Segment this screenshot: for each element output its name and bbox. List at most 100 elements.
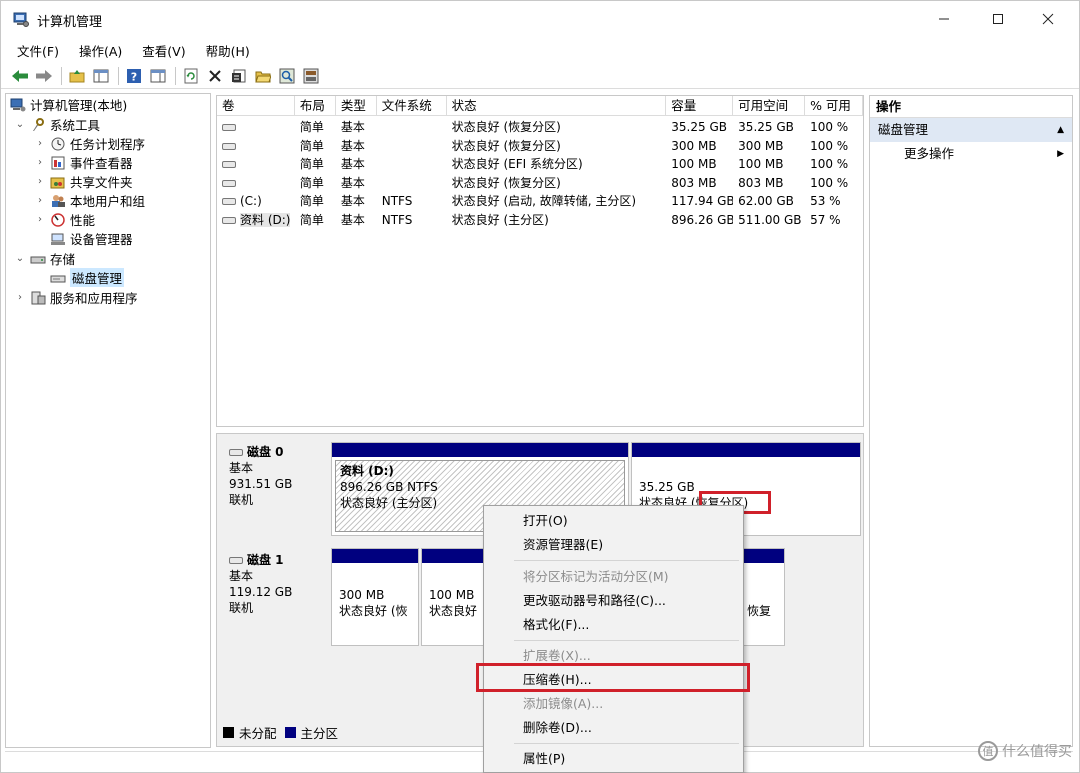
disk-1-label[interactable]: 磁盘 1 基本 119.12 GB 联机 — [223, 546, 329, 650]
partition-100mb[interactable]: 100 MB 状态良好 — [421, 548, 491, 646]
partition-size: 100 MB — [429, 588, 475, 602]
ctx-format[interactable]: 格式化(F)... — [484, 613, 743, 637]
close-button[interactable] — [1023, 1, 1073, 37]
chevron-right-icon[interactable]: › — [34, 214, 46, 225]
ctx-delete-volume[interactable]: 删除卷(D)... — [484, 716, 743, 740]
cell-status: 状态良好 (EFI 系统分区) — [451, 157, 583, 171]
up-folder-button[interactable] — [66, 65, 88, 87]
volume-list-header: 卷 布局 类型 文件系统 状态 容量 可用空间 % 可用 — [217, 96, 863, 116]
open-icon — [255, 71, 271, 82]
tree-item-performance[interactable]: › 性能 — [34, 210, 95, 229]
refresh-button[interactable] — [180, 65, 202, 87]
cell-layout: 简单 — [299, 212, 324, 227]
ctx-explorer[interactable]: 资源管理器(E) — [484, 533, 743, 557]
menu-file[interactable]: 文件(F) — [11, 37, 65, 61]
disk-size: 119.12 GB — [229, 585, 293, 599]
column-header-layout[interactable]: 布局 — [295, 96, 336, 116]
tree-item-storage[interactable]: ⌄ 存储 — [14, 249, 75, 268]
tree-item-services-apps[interactable]: › 服务和应用程序 — [14, 288, 138, 307]
cell-filesystem: NTFS — [381, 194, 413, 208]
cell-free-space: 62.00 GB — [738, 194, 794, 208]
storage-icon — [30, 256, 46, 263]
maximize-button[interactable] — [973, 1, 1023, 37]
partition-bar — [738, 549, 784, 563]
volume-name: (C:) — [240, 194, 262, 208]
menu-help[interactable]: 帮助(H) — [200, 37, 256, 61]
chevron-right-icon[interactable]: › — [34, 138, 46, 149]
partition-status: 状态良好 (恢 — [339, 604, 408, 618]
cell-type: 基本 — [340, 157, 365, 171]
cell-status: 状态良好 (恢复分区) — [451, 175, 561, 190]
chevron-right-icon[interactable]: › — [34, 157, 46, 168]
tree-item-local-users[interactable]: › 本地用户和组 — [34, 191, 145, 210]
chevron-down-icon[interactable]: ⌄ — [14, 119, 26, 130]
table-row[interactable]: 简单 基本 状态良好 (EFI 系统分区) 100 MB 100 MB 100 … — [217, 155, 863, 174]
system-tools-icon — [33, 117, 44, 131]
column-header-capacity[interactable]: 容量 — [666, 96, 734, 116]
column-header-status[interactable]: 状态 — [447, 96, 667, 116]
column-header-volume[interactable]: 卷 — [217, 96, 295, 116]
toolbar: ? — [1, 63, 1079, 89]
tree-item-device-manager[interactable]: 设备管理器 — [50, 229, 133, 248]
cell-layout: 简单 — [299, 120, 324, 134]
partition-recovery-disk1[interactable]: 恢复 — [737, 548, 785, 646]
svg-text:?: ? — [131, 70, 137, 83]
cell-volume — [217, 155, 295, 174]
back-button[interactable] — [9, 65, 31, 87]
forward-button[interactable] — [33, 65, 55, 87]
column-header-free-space[interactable]: 可用空间 — [733, 96, 806, 116]
table-row[interactable]: 资料 (D:) 简单 基本 NTFS 状态良好 (主分区) 896.26 GB … — [217, 211, 863, 230]
disk-icon — [229, 449, 243, 456]
chevron-right-icon[interactable]: › — [34, 195, 46, 206]
help-button[interactable]: ? — [123, 65, 145, 87]
volume-name: 资料 (D:) — [240, 212, 291, 227]
chevron-down-icon[interactable]: ⌄ — [14, 253, 26, 264]
partition-status: 状态良好 — [429, 604, 478, 618]
ctx-open[interactable]: 打开(O) — [484, 509, 743, 533]
disk-status: 联机 — [229, 493, 254, 507]
open-button[interactable] — [252, 65, 274, 87]
disk-type: 基本 — [229, 461, 254, 475]
table-row[interactable]: (C:) 简单 基本 NTFS 状态良好 (启动, 故障转储, 主分区) 117… — [217, 192, 863, 211]
menu-view[interactable]: 查看(V) — [136, 37, 191, 61]
actions-section-disk-management[interactable]: 磁盘管理 ▲ — [870, 118, 1072, 142]
ctx-add-mirror: 添加镜像(A)... — [523, 696, 604, 711]
properties-pane-button[interactable] — [147, 65, 169, 87]
table-row[interactable]: 简单 基本 状态良好 (恢复分区) 35.25 GB 35.25 GB 100 … — [217, 118, 863, 137]
disk-0-label[interactable]: 磁盘 0 基本 931.51 GB 联机 — [223, 438, 329, 539]
chevron-right-icon[interactable]: › — [14, 292, 26, 303]
settings-button[interactable] — [300, 65, 322, 87]
tree-item-computer-management[interactable]: 计算机管理(本地) — [10, 95, 127, 114]
chevron-right-icon[interactable]: › — [34, 176, 46, 187]
ctx-properties[interactable]: 属性(P) — [484, 747, 743, 771]
column-header-type[interactable]: 类型 — [336, 96, 377, 116]
cell-free-space: 300 MB — [738, 138, 784, 153]
actions-more[interactable]: 更多操作 ▶ — [870, 142, 1072, 166]
tree-item-system-tools[interactable]: ⌄ 系统工具 — [14, 115, 100, 134]
table-row[interactable]: 简单 基本 状态良好 (恢复分区) 803 MB 803 MB 100 % — [217, 174, 863, 193]
partition-300mb[interactable]: 300 MB 状态良好 (恢 — [331, 548, 419, 646]
tree-item-shared-folders[interactable]: › 共享文件夹 — [34, 172, 133, 191]
cell-filesystem — [377, 137, 447, 156]
properties-button[interactable] — [228, 65, 250, 87]
table-row[interactable]: 简单 基本 状态良好 (恢复分区) 300 MB 300 MB 100 % — [217, 137, 863, 156]
collapse-up-icon[interactable]: ▲ — [1057, 118, 1064, 142]
cell-status: 状态良好 (恢复分区) — [451, 138, 561, 153]
tree-item-task-scheduler[interactable]: › 任务计划程序 — [34, 134, 145, 153]
menu-action[interactable]: 操作(A) — [73, 37, 128, 61]
column-header-filesystem[interactable]: 文件系统 — [377, 96, 447, 116]
show-hide-tree-button[interactable] — [90, 65, 112, 87]
delete-button[interactable] — [204, 65, 226, 87]
cell-capacity: 896.26 GB — [671, 212, 734, 227]
disk-status: 联机 — [229, 601, 254, 615]
tree-item-event-viewer[interactable]: › 事件查看器 — [34, 153, 133, 172]
column-header-percent-free[interactable]: % 可用 — [805, 96, 863, 116]
tree-item-disk-management[interactable]: 磁盘管理 — [50, 268, 125, 287]
cell-percent-free: 100 % — [810, 120, 849, 134]
volume-icon — [222, 179, 236, 187]
search-button[interactable] — [276, 65, 298, 87]
cell-percent-free: 53 % — [810, 194, 841, 208]
minimize-button[interactable] — [919, 1, 969, 37]
watermark: 值 什么值得买 — [978, 741, 1072, 761]
ctx-change-drive-letter[interactable]: 更改驱动器号和路径(C)... — [484, 589, 743, 613]
